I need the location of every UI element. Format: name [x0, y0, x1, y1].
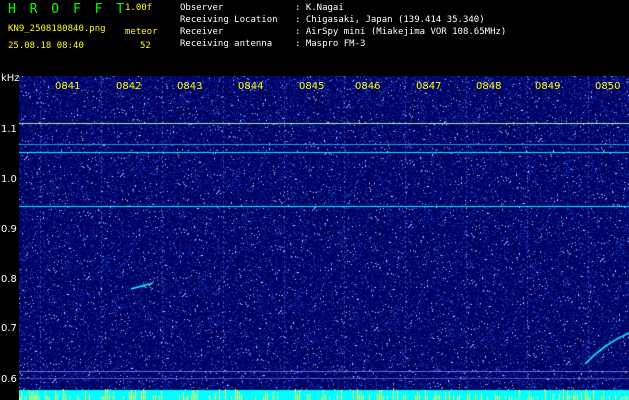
file-name: KN9_2508180840.png [8, 24, 106, 34]
time-label-0850: 0850 [595, 81, 621, 92]
y-tick-1.1: 1.1 [1, 124, 17, 135]
info-label-location: Receiving Location [180, 15, 278, 25]
y-tick-0.6: 0.6 [1, 374, 17, 385]
time-label-0841: 0841 [55, 81, 81, 92]
time-label-0846: 0846 [355, 81, 381, 92]
info-label-antenna: Receiving antenna [180, 39, 273, 49]
app-version: 1.00f [125, 3, 153, 13]
time-label-0844: 0844 [238, 81, 264, 92]
app-title: H R O F F T [8, 2, 128, 17]
info-value-receiver: : AirSpy mini (Miakejima VOR 108.65MHz) [295, 27, 507, 37]
header-panel: H R O F F T 1.00f KN9_2508180840.png met… [0, 0, 629, 76]
y-tick-0.8: 0.8 [1, 274, 17, 285]
date-time: 25.08.18 08:40 [8, 41, 84, 51]
y-tick-0.7: 0.7 [1, 323, 17, 334]
info-label-receiver: Receiver [180, 27, 224, 37]
time-label-0843: 0843 [177, 81, 203, 92]
info-value-antenna: : Maspro FM-3 [295, 39, 366, 49]
time-label-0842: 0842 [116, 81, 142, 92]
info-value-location: : Chigasaki, Japan (139.414 35.340) [295, 15, 485, 25]
time-label-0848: 0848 [476, 81, 502, 92]
axis-unit-label: kHz [1, 73, 20, 84]
spectrogram-waterfall [19, 76, 629, 400]
y-tick-0.9: 0.9 [1, 224, 17, 235]
info-label-observer: Observer [180, 3, 224, 13]
time-label-0849: 0849 [535, 81, 561, 92]
time-label-0845: 0845 [299, 81, 325, 92]
time-label-0847: 0847 [416, 81, 442, 92]
meteor-count: 52 [140, 41, 151, 51]
info-value-observer: : K.Nagai [295, 3, 344, 13]
mode-label: meteor [125, 27, 158, 37]
y-tick-1.0: 1.0 [1, 174, 17, 185]
